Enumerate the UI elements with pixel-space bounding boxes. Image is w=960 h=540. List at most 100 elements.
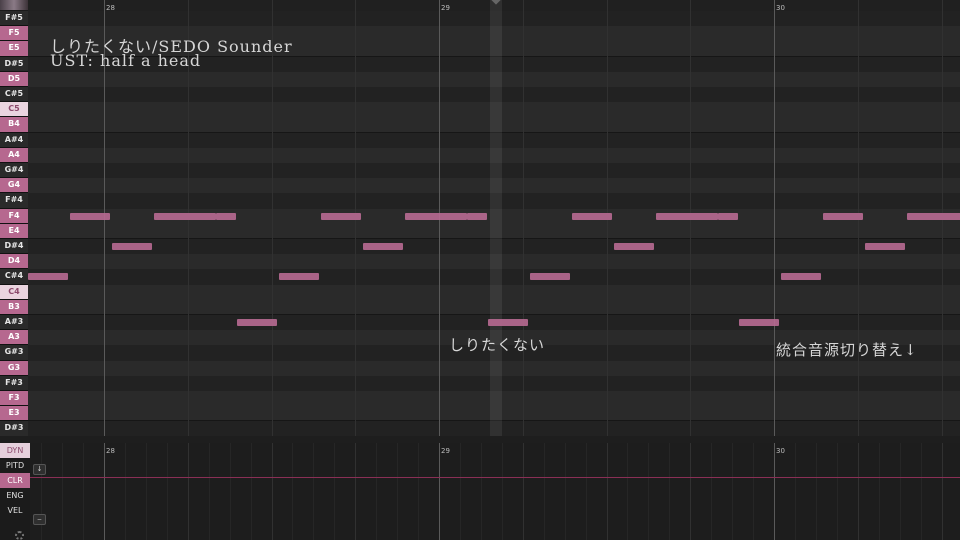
gear-icon[interactable]	[15, 531, 24, 540]
param-beat-line	[857, 443, 859, 540]
playhead[interactable]	[490, 0, 502, 436]
note-block[interactable]	[614, 243, 654, 250]
bar-number-28: 28	[106, 4, 115, 12]
piano-key[interactable]: A3	[0, 330, 28, 346]
param-tab-clr[interactable]: CLR	[0, 473, 30, 488]
param-tab-eng[interactable]: ENG	[0, 488, 30, 503]
note-block[interactable]	[656, 212, 718, 220]
note-block[interactable]	[865, 243, 905, 250]
piano-key[interactable]: E5	[0, 41, 28, 57]
param-beat-line	[229, 443, 231, 540]
param-bar-line	[774, 443, 775, 540]
arrow-down-button[interactable]: ↓	[33, 464, 46, 475]
param-beat-line	[145, 443, 147, 540]
note-block[interactable]	[907, 212, 960, 220]
param-bar-line	[439, 443, 440, 540]
piano-key[interactable]: F3	[0, 391, 28, 407]
bar-number-29: 29	[441, 4, 450, 12]
piano-key[interactable]: G#4	[0, 163, 28, 179]
note-block[interactable]	[781, 273, 821, 281]
piano-key[interactable]: C#5	[0, 87, 28, 103]
piano-keyboard[interactable]: F#5 F5 E5 D#5 D5 C#5 C5 B4 A#4 A4 G#4 G4 F#4 F4 E4 D#4 D…	[0, 0, 28, 436]
param-beat-line	[920, 443, 922, 540]
param-beat-line	[753, 443, 755, 540]
note-block[interactable]	[237, 319, 277, 326]
param-tab-dyn[interactable]: DYN	[0, 443, 30, 458]
piano-key[interactable]: C#4	[0, 269, 28, 285]
piano-key[interactable]: F4	[0, 208, 28, 224]
param-beat-line	[124, 443, 126, 540]
param-beat-line	[459, 443, 461, 540]
piano-key[interactable]: G#3	[0, 345, 28, 361]
param-beat-line	[669, 443, 671, 540]
note-block[interactable]	[70, 212, 110, 220]
piano-key[interactable]: D5	[0, 71, 28, 87]
note-block[interactable]	[739, 319, 779, 326]
param-bar-number-30: 30	[776, 447, 785, 455]
parameter-grid[interactable]: 28 29 30	[30, 443, 960, 540]
parameter-baseline	[30, 477, 960, 478]
note-block[interactable]	[572, 212, 612, 220]
piano-key[interactable]: G3	[0, 360, 28, 376]
note-block[interactable]	[216, 212, 236, 220]
note-block[interactable]	[279, 273, 319, 281]
param-bar-number-29: 29	[441, 447, 450, 455]
param-bar-number-28: 28	[106, 447, 115, 455]
piano-key[interactable]: D#3	[0, 421, 28, 436]
param-tab-vel[interactable]: VEL	[0, 503, 30, 518]
note-block[interactable]	[363, 243, 403, 250]
note-block[interactable]	[28, 273, 68, 281]
param-beat-line	[794, 443, 796, 540]
param-beat-line	[585, 443, 587, 540]
param-beat-line	[690, 443, 692, 540]
note-block[interactable]	[488, 319, 528, 326]
bar-line	[774, 0, 775, 436]
note-block[interactable]	[405, 212, 467, 220]
piano-roll-grid[interactable]: 28 29 30 しりたくない/SEDO Sounder UST: half a…	[28, 0, 960, 436]
piano-key[interactable]: E3	[0, 406, 28, 422]
piano-key[interactable]: C5	[0, 102, 28, 118]
param-beat-line	[501, 443, 503, 540]
note-block[interactable]	[154, 212, 216, 220]
piano-key[interactable]: A4	[0, 147, 28, 163]
param-beat-line	[627, 443, 629, 540]
piano-key[interactable]: A#4	[0, 132, 28, 148]
piano-key[interactable]: D#5	[0, 56, 28, 72]
piano-key[interactable]: D4	[0, 254, 28, 270]
parameter-tabs: DYN PITD CLR ENG VEL	[0, 443, 30, 540]
piano-key[interactable]: B3	[0, 299, 28, 315]
switch-note-caption: 統合音源切り替え↓	[776, 341, 918, 359]
piano-key[interactable]: D#4	[0, 239, 28, 255]
param-beat-line	[41, 443, 43, 540]
param-beat-line	[187, 443, 189, 540]
piano-key[interactable]: C4	[0, 284, 28, 300]
param-beat-line	[732, 443, 734, 540]
parameter-panel: DYN PITD CLR ENG VEL 28 29 30 ↓ ‒	[0, 443, 960, 540]
piano-key[interactable]: A#3	[0, 315, 28, 331]
param-beat-line	[313, 443, 315, 540]
note-block[interactable]	[530, 273, 570, 281]
piano-key[interactable]: F#5	[0, 11, 28, 27]
piano-key[interactable]: F#3	[0, 375, 28, 391]
note-block[interactable]	[718, 212, 738, 220]
note-block[interactable]	[321, 212, 361, 220]
note-block[interactable]	[467, 212, 487, 220]
param-beat-line	[606, 443, 608, 540]
param-beat-line	[271, 443, 273, 540]
param-beat-line	[376, 443, 378, 540]
param-tab-pitd[interactable]: PITD	[0, 458, 30, 473]
param-beat-line	[899, 443, 901, 540]
param-beat-line	[292, 443, 294, 540]
note-block[interactable]	[112, 243, 152, 250]
param-beat-line	[418, 443, 420, 540]
param-beat-line	[543, 443, 545, 540]
lyric-caption: しりたくない	[449, 336, 546, 354]
piano-key[interactable]: E4	[0, 223, 28, 239]
note-block[interactable]	[823, 212, 863, 220]
piano-key[interactable]: B4	[0, 117, 28, 133]
piano-key[interactable]: G4	[0, 178, 28, 194]
piano-key[interactable]: F5	[0, 26, 28, 42]
minus-button[interactable]: ‒	[33, 514, 46, 525]
piano-key[interactable]: F#4	[0, 193, 28, 209]
param-beat-line	[397, 443, 399, 540]
